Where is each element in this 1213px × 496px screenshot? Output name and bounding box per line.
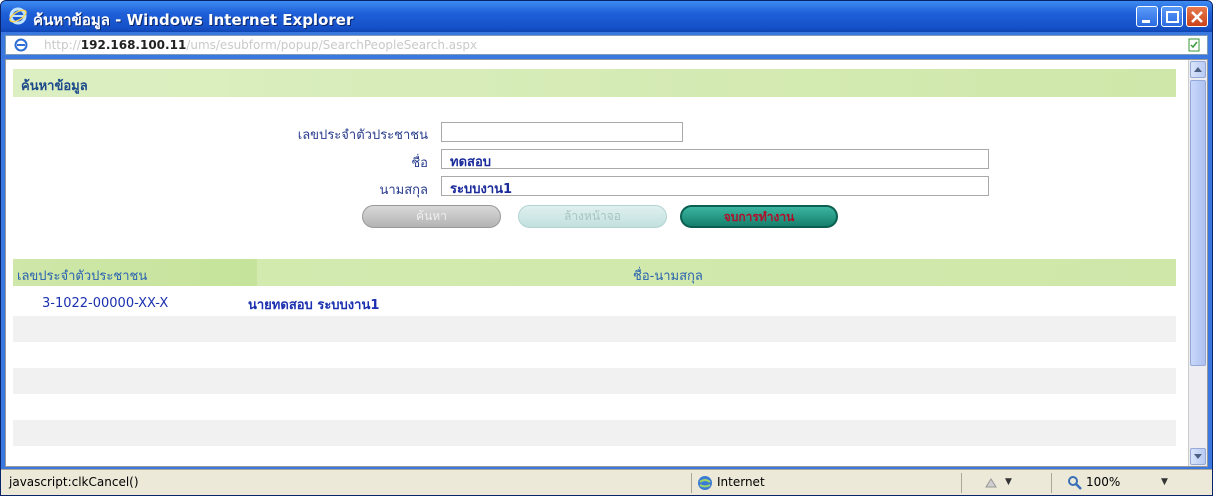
id-label: เลขประจำตัวประชาชน: [297, 128, 428, 143]
end-button[interactable]: จบการทำงาน: [680, 205, 838, 228]
search-button[interactable]: ค้นหา: [362, 205, 501, 228]
ie-window: ค้นหาข้อมูล - Windows Internet Explorer …: [0, 0, 1213, 496]
status-separator: [1051, 473, 1052, 493]
close-button[interactable]: [1186, 6, 1208, 27]
url-host: 192.168.100.11: [80, 38, 187, 52]
internet-explorer-icon: [9, 7, 27, 25]
zoom-icon[interactable]: [1067, 475, 1083, 491]
url-scheme: http://: [44, 38, 81, 52]
empty-row: [13, 420, 1176, 446]
security-report-icon[interactable]: [1187, 38, 1201, 52]
results-header: เลขประจำตัวประชาชน ชื่อ-นามสกุล: [13, 259, 1176, 286]
title-bar[interactable]: ค้นหาข้อมูล - Windows Internet Explorer: [1, 1, 1212, 32]
result-id-cell[interactable]: 3-1022-00000-XX-X: [42, 296, 168, 311]
col-header-id: เลขประจำตัวประชาชน: [17, 269, 148, 284]
empty-row: [13, 368, 1176, 394]
url-path: /ums/esubform/popup/SearchPeopleSearch.a…: [186, 38, 478, 52]
vertical-scrollbar[interactable]: [1188, 60, 1207, 466]
scroll-up-icon: [1194, 67, 1202, 72]
status-separator: [961, 473, 962, 493]
protected-mode-icon[interactable]: [983, 475, 999, 491]
status-bar: javascript:clkCancel() Internet ▼ 100% ▼: [1, 469, 1212, 495]
scroll-thumb[interactable]: [1190, 80, 1206, 366]
internet-zone-icon: [698, 476, 712, 490]
maximize-button[interactable]: [1161, 6, 1183, 27]
scroll-down-button[interactable]: [1190, 448, 1206, 465]
surname-label: นามสกุล: [379, 183, 428, 198]
name-label: ชื่อ: [411, 156, 428, 171]
clear-button[interactable]: ล้างหน้าจอ: [518, 205, 667, 228]
minimize-icon: [1142, 20, 1150, 23]
id-input[interactable]: [441, 122, 683, 142]
zoom-level[interactable]: 100%: [1086, 475, 1120, 489]
status-separator: [691, 473, 692, 493]
scroll-up-button[interactable]: [1190, 61, 1206, 78]
zoom-dropdown-icon[interactable]: ▼: [1161, 477, 1168, 487]
maximize-icon: [1166, 11, 1179, 23]
section-header: ค้นหาข้อมูล: [13, 69, 1176, 97]
status-text: javascript:clkCancel(): [9, 475, 139, 489]
page-content: ค้นหาข้อมูล เลขประจำตัวประชาชน ชื่อ ทดสอ…: [5, 59, 1208, 467]
col-header-name: ชื่อ-นามสกุล: [633, 269, 703, 284]
address-bar[interactable]: http://192.168.100.11/ums/esubform/popup…: [5, 35, 1208, 55]
surname-input[interactable]: ระบบงาน1: [441, 176, 989, 197]
minimize-button[interactable]: [1136, 6, 1158, 27]
name-input[interactable]: ทดสอบ: [441, 149, 989, 170]
protected-mode-dropdown-icon[interactable]: ▼: [1005, 477, 1012, 487]
security-zone[interactable]: Internet: [717, 475, 765, 489]
close-icon: [1191, 11, 1203, 23]
scroll-down-icon: [1194, 454, 1202, 459]
empty-row: [13, 316, 1176, 342]
section-title: ค้นหาข้อมูล: [21, 79, 88, 94]
address-url: http://192.168.100.11/ums/esubform/popup…: [44, 38, 477, 52]
window-title: ค้นหาข้อมูล - Windows Internet Explorer: [33, 11, 354, 29]
result-name-cell[interactable]: นายทดสอบ ระบบงาน1: [248, 294, 379, 315]
page-icon: [14, 38, 28, 52]
